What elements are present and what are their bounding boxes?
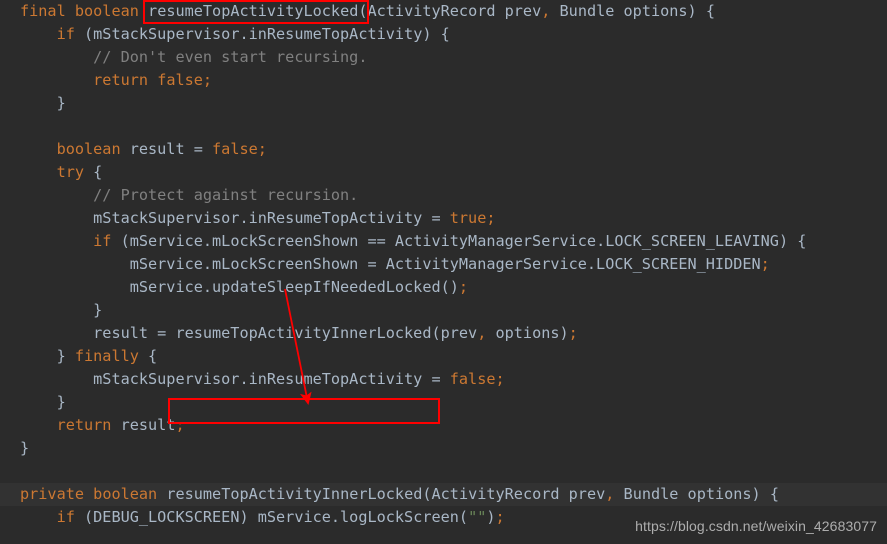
code-token: (mService.mLockScreenShown == ActivityMa… <box>111 232 807 250</box>
code-token: ; <box>495 508 505 526</box>
code-line[interactable]: mStackSupervisor.inResumeTopActivity = t… <box>0 207 887 230</box>
code-line[interactable] <box>0 460 887 483</box>
code-token: false <box>157 71 203 89</box>
code-token: } <box>56 393 66 411</box>
code-line[interactable]: try { <box>0 161 887 184</box>
code-token: ) <box>486 508 496 526</box>
code-line[interactable]: } finally { <box>0 345 887 368</box>
code-token: boolean <box>74 2 139 20</box>
code-token: finally <box>74 347 139 365</box>
code-line[interactable]: mService.updateSleepIfNeededLocked(); <box>0 276 887 299</box>
code-line[interactable]: return false; <box>0 69 887 92</box>
code-token: mService.mLockScreenShown = ActivityMana… <box>129 255 761 273</box>
code-token: true <box>449 209 487 227</box>
code-token: ; <box>202 71 213 89</box>
code-token: return <box>93 71 149 89</box>
code-token: "" <box>468 508 487 526</box>
code-token: resumeTopActivityInnerLocked(ActivityRec… <box>166 485 606 503</box>
code-token: ; <box>175 416 185 434</box>
code-token: { <box>84 163 103 181</box>
code-line[interactable]: result = resumeTopActivityInnerLocked(pr… <box>0 322 887 345</box>
code-token: return <box>56 416 112 434</box>
code-token: Bundle options) { <box>550 2 715 20</box>
code-token: { <box>138 347 158 365</box>
code-token: result = resumeTopActivityInnerLocked(pr… <box>93 324 478 342</box>
code-line[interactable] <box>0 115 887 138</box>
code-token: try <box>56 163 85 181</box>
code-line[interactable]: final boolean resumeTopActivityLocked(Ac… <box>0 0 887 23</box>
code-line[interactable]: // Don't even start recursing. <box>0 46 887 69</box>
code-token: mStackSupervisor.inResumeTopActivity = <box>93 370 450 388</box>
code-token: false <box>212 140 258 158</box>
code-token: mStackSupervisor.inResumeTopActivity = <box>93 209 450 227</box>
code-token: if <box>56 25 75 43</box>
code-line[interactable]: } <box>0 391 887 414</box>
code-editor-screenshot: final boolean resumeTopActivityLocked(Ac… <box>0 0 887 544</box>
code-token: (DEBUG_LOCKSCREEN) mService.logLockScree… <box>74 508 469 526</box>
code-token: if <box>56 508 75 526</box>
code-token: result = <box>120 140 213 158</box>
code-lines-container[interactable]: final boolean resumeTopActivityLocked(Ac… <box>0 0 887 544</box>
code-token: ; <box>486 209 496 227</box>
code-token: private <box>20 485 85 503</box>
code-token: } <box>20 439 30 457</box>
watermark-url: https://blog.csdn.net/weixin_42683077 <box>635 518 877 534</box>
code-token: , <box>477 324 487 342</box>
code-line[interactable]: return result; <box>0 414 887 437</box>
code-line[interactable]: } <box>0 92 887 115</box>
code-line[interactable]: mService.mLockScreenShown = ActivityMana… <box>0 253 887 276</box>
code-token: } <box>56 94 66 112</box>
code-token: if <box>93 232 112 250</box>
code-token: ; <box>495 370 505 388</box>
code-line[interactable]: if (mService.mLockScreenShown == Activit… <box>0 230 887 253</box>
code-token: // Don't even start recursing. <box>93 48 368 66</box>
code-line[interactable]: // Protect against recursion. <box>0 184 887 207</box>
code-line[interactable]: } <box>0 299 887 322</box>
code-token: result <box>111 416 176 434</box>
code-token: } <box>93 301 103 319</box>
code-token: ; <box>568 324 578 342</box>
code-token: ; <box>458 278 469 296</box>
code-line[interactable]: private boolean resumeTopActivityInnerLo… <box>0 483 887 506</box>
code-token: options) <box>486 324 569 342</box>
code-token: } <box>56 347 75 365</box>
code-token: (mStackSupervisor.inResumeTopActivity) { <box>74 25 450 43</box>
code-token: boolean <box>93 485 158 503</box>
code-line[interactable]: if (mStackSupervisor.inResumeTopActivity… <box>0 23 887 46</box>
code-token: mService.updateSleepIfNeededLocked() <box>129 278 459 296</box>
code-line[interactable]: mStackSupervisor.inResumeTopActivity = f… <box>0 368 887 391</box>
code-token: // Protect against recursion. <box>93 186 359 204</box>
code-token: Bundle options) { <box>614 485 779 503</box>
code-token: boolean <box>56 140 121 158</box>
code-line[interactable]: } <box>0 437 887 460</box>
code-token: resumeTopActivityLocked(ActivityRecord p… <box>148 2 542 20</box>
code-token: ; <box>760 255 770 273</box>
code-line[interactable]: boolean result = false; <box>0 138 887 161</box>
code-token: ; <box>257 140 267 158</box>
code-token: false <box>449 370 496 388</box>
code-token: final <box>20 2 66 20</box>
